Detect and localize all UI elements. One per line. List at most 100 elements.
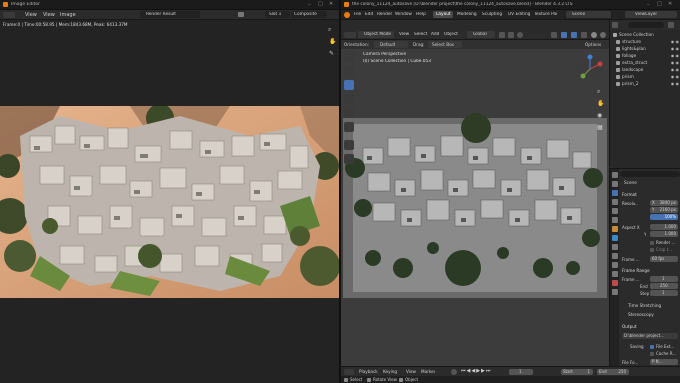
resolution-percent-field[interactable]: 100% (650, 214, 678, 220)
frame-end-field[interactable]: 250 (650, 283, 678, 289)
tab-modeling[interactable]: Modeling (457, 12, 477, 17)
image-selector[interactable]: Render Result (140, 11, 200, 18)
start-frame-field[interactable]: Start 1 (561, 369, 593, 375)
framerate-selector[interactable]: 60 fps (650, 256, 678, 262)
format-panel-header[interactable]: Format (622, 192, 637, 197)
tool-measure[interactable] (344, 154, 354, 164)
tool-annotate[interactable] (344, 140, 354, 150)
grid-view-icon[interactable]: ▦ (597, 124, 603, 131)
layer-selector[interactable]: Composite (291, 11, 327, 18)
resolution-x-field[interactable]: X 3840 px (650, 200, 678, 206)
file-extensions-checkbox[interactable] (650, 345, 654, 349)
eye-icon[interactable]: ◉ ◉ (671, 46, 679, 51)
navigation-gizmo[interactable] (575, 54, 605, 84)
render-region-checkbox[interactable] (650, 241, 654, 245)
render-tab-icon[interactable] (611, 181, 618, 187)
menu-help[interactable]: Help (416, 12, 426, 17)
eye-icon[interactable]: ◉ ◉ (671, 53, 679, 58)
world-tab-icon[interactable] (611, 217, 618, 223)
vp-menu-add[interactable]: Add (431, 32, 439, 37)
pan-hand-icon[interactable]: ✋ (597, 100, 604, 107)
camera-view-icon[interactable]: ◉ (597, 112, 602, 119)
outliner-item[interactable]: foliage ◉ ◉ (610, 52, 680, 59)
modifier-tab-icon[interactable] (611, 235, 618, 241)
proportional-edit-icon[interactable] (517, 32, 523, 38)
pivot-icon[interactable] (499, 32, 505, 38)
close-button[interactable]: ✕ (329, 1, 333, 7)
scene-tab-icon[interactable] (611, 208, 618, 214)
outliner-item[interactable]: structure ◉ ◉ (610, 38, 680, 45)
vp-menu-view[interactable]: View (399, 32, 409, 37)
transform-orientation-selector[interactable]: Global (467, 31, 495, 38)
blender-menu-icon[interactable] (344, 12, 350, 18)
outliner-scene-collection[interactable]: Scene Collection (610, 31, 680, 38)
zoom-icon[interactable]: ⌕ (597, 88, 600, 96)
orientation-selector[interactable]: Default (374, 41, 408, 48)
tool-scale[interactable] (344, 108, 354, 118)
record-icon[interactable] (451, 369, 457, 375)
frame-step-field[interactable]: 1 (650, 290, 678, 296)
playback-controls[interactable]: ⏮◀◀▶▶⏭ (461, 368, 491, 374)
tab-sculpting[interactable]: Sculpting (482, 12, 502, 17)
menu-file[interactable]: File (354, 12, 361, 17)
close-button[interactable]: ✕ (668, 1, 672, 7)
timeline-menu-playback[interactable]: Playback (359, 369, 378, 374)
tab-layout[interactable]: Layout (433, 11, 453, 18)
zoom-icon[interactable]: ⌕ (328, 26, 331, 34)
overlay-toggle-icon[interactable] (571, 32, 577, 38)
aspect-x-field[interactable]: 1.000 (650, 224, 678, 230)
tool-move[interactable] (344, 80, 354, 90)
file-format-selector[interactable]: P N... (650, 359, 678, 365)
constraints-tab-icon[interactable] (611, 262, 618, 268)
data-tab-icon[interactable] (611, 271, 618, 277)
view-layer-tab-icon[interactable] (611, 199, 618, 205)
eye-icon[interactable]: ◉ ◉ (671, 74, 679, 79)
tool-transform[interactable] (344, 122, 354, 132)
outliner-item[interactable]: landscape ◉ ◉ (610, 66, 680, 73)
tool-tab-icon[interactable] (611, 172, 618, 178)
maximize-button[interactable]: □ (657, 1, 662, 7)
output-panel-header[interactable]: Output (622, 324, 637, 329)
end-frame-field[interactable]: End 250 (597, 369, 629, 375)
tool-rotate[interactable] (344, 94, 354, 104)
properties-search-input[interactable] (620, 171, 680, 177)
editor-type-button[interactable] (3, 12, 15, 18)
vp-menu-select[interactable]: Select (414, 32, 427, 37)
menu-edit[interactable]: Edit (365, 12, 373, 17)
drag-selector[interactable]: Select Box (428, 41, 462, 48)
menu-view-2[interactable]: View (43, 12, 55, 18)
pin-icon[interactable] (238, 12, 244, 17)
menu-view[interactable]: View (25, 12, 37, 18)
vp-menu-object[interactable]: Object (444, 32, 458, 37)
minimize-button[interactable]: – (308, 2, 311, 8)
output-tab-icon[interactable] (611, 190, 618, 196)
current-frame-field[interactable]: 1 (509, 369, 533, 375)
time-stretching-panel-header[interactable]: Time Stretching (628, 303, 661, 308)
timeline-menu-keying[interactable]: Keying (383, 369, 397, 374)
sample-icon[interactable]: ✎ (329, 50, 334, 57)
material-tab-icon[interactable] (611, 280, 618, 286)
outliner-type-icon[interactable] (612, 22, 618, 28)
visibility-icon[interactable] (551, 32, 557, 38)
scene-selector[interactable]: Scene (566, 11, 611, 18)
filter-icon[interactable] (668, 22, 674, 28)
output-path-field[interactable]: D:\blender project... (622, 333, 678, 339)
gizmo-toggle-icon[interactable] (561, 32, 567, 38)
physics-tab-icon[interactable] (611, 253, 618, 259)
aspect-y-field[interactable]: 1.000 (650, 231, 678, 237)
outliner-search-input[interactable] (628, 22, 664, 28)
eye-icon[interactable]: ◉ ◉ (671, 60, 679, 65)
tab-texture-paint[interactable]: Texture Pai (534, 12, 559, 17)
particles-tab-icon[interactable] (611, 244, 618, 250)
shading-rendered-icon[interactable] (600, 32, 606, 38)
shading-solid-icon[interactable] (591, 32, 597, 38)
outliner-item[interactable]: lights&plan ◉ ◉ (610, 45, 680, 52)
editor-type-button[interactable] (344, 369, 354, 375)
minimize-button[interactable]: – (647, 2, 650, 8)
stereoscopy-panel-header[interactable]: Stereoscopy (628, 312, 654, 317)
object-tab-icon[interactable] (611, 226, 618, 232)
outliner-item[interactable]: prism_2 ◉ ◉ (610, 80, 680, 87)
frame-range-panel-header[interactable]: Frame Range (622, 268, 650, 273)
mode-selector[interactable]: Object Mode (358, 31, 394, 38)
frame-start-field[interactable]: 1 (650, 276, 678, 282)
